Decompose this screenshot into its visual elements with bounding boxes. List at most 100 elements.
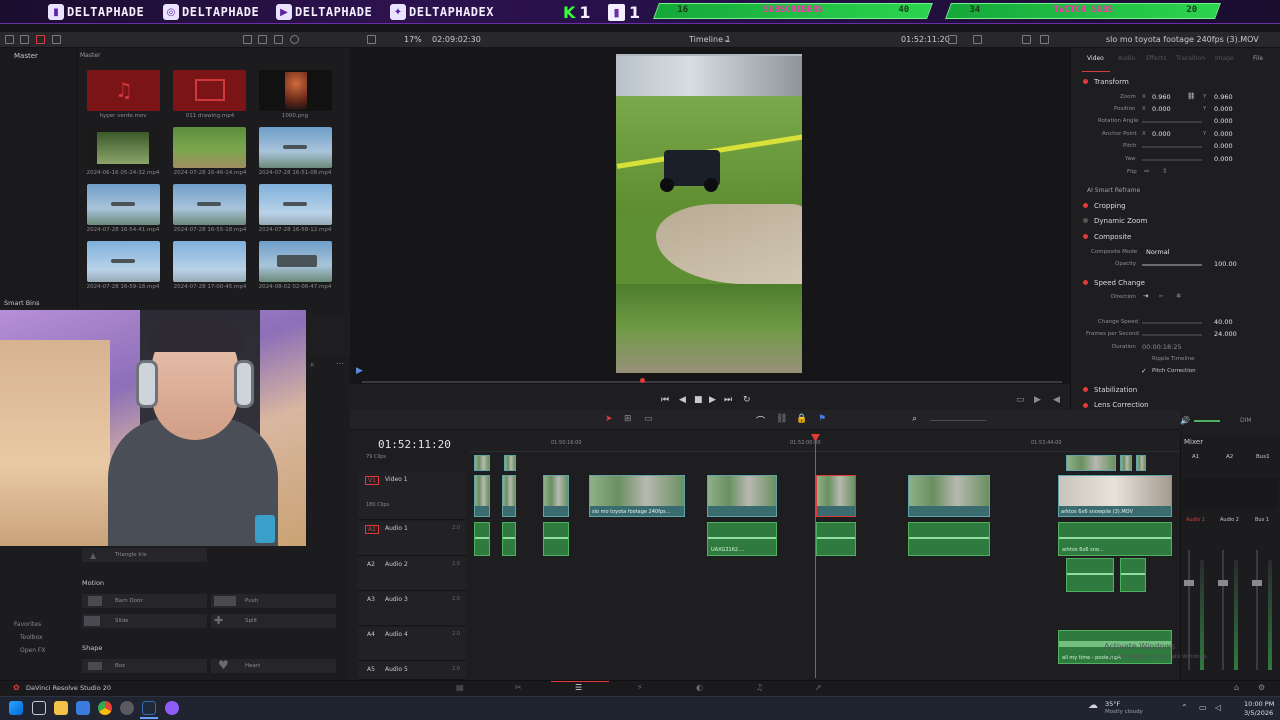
fader-knob[interactable] (1252, 580, 1262, 586)
yaw-field[interactable]: 0.000 (1214, 155, 1233, 163)
loop-icon[interactable]: ↻ (743, 395, 751, 405)
audio-clip[interactable]: arktos 6x6 sno... (1058, 522, 1172, 556)
timeline-playhead[interactable] (815, 434, 816, 678)
cropping-header[interactable]: Cropping (1094, 202, 1126, 210)
clock-time[interactable]: 10:00 PM (1244, 700, 1274, 708)
yaw-slider[interactable] (1142, 159, 1202, 161)
timeline-clip[interactable] (1120, 455, 1132, 471)
track-id-a3[interactable]: A3 (367, 596, 375, 603)
stabilization-header[interactable]: Stabilization (1094, 386, 1137, 394)
weather-icon[interactable]: ☁ (1088, 700, 1098, 711)
timeline-clip[interactable] (1136, 455, 1146, 471)
edit-index-icon[interactable] (52, 35, 61, 44)
audio-clip[interactable] (908, 522, 990, 556)
play-icon[interactable]: ▶ (709, 395, 716, 405)
lock-icon[interactable]: 🔒 (796, 414, 807, 424)
reverse-play-icon[interactable]: ◀ (679, 395, 686, 405)
effect-item[interactable] (211, 614, 336, 628)
track-id-v1[interactable]: V1 (365, 476, 379, 485)
duration-field[interactable]: 00:00:18:25 (1142, 343, 1182, 351)
flip-horizontal-icon[interactable]: ⇔ (1144, 167, 1149, 175)
cut-page-icon[interactable]: ✂ (515, 683, 522, 692)
overlay-icon[interactable] (973, 35, 982, 44)
dim-button[interactable]: DIM (1240, 417, 1252, 424)
search-icon[interactable] (290, 35, 299, 44)
in-out-icon[interactable]: ▭ (1016, 395, 1025, 405)
tab-audio[interactable]: Audio (1118, 55, 1135, 62)
fader-knob[interactable] (1218, 580, 1228, 586)
media-clip[interactable] (87, 184, 160, 225)
link-clips-icon[interactable]: ⛓ (776, 414, 787, 424)
section-enabled-dot[interactable] (1083, 203, 1088, 208)
track-id-a1[interactable]: A1 (365, 525, 379, 534)
rotation-field[interactable]: 0.000 (1214, 117, 1233, 125)
tab-effects[interactable]: Effects (1146, 55, 1166, 62)
home-icon[interactable]: ⌂ (1234, 683, 1239, 692)
composite-mode-select[interactable]: Normal (1146, 248, 1170, 256)
track-id-a5[interactable]: A5 (367, 666, 375, 673)
track-id-a2[interactable]: A2 (367, 561, 375, 568)
smart-bins-label[interactable]: Smart Bins (4, 299, 40, 307)
audio-clip[interactable] (502, 522, 516, 556)
pitch-field[interactable]: 0.000 (1214, 142, 1233, 150)
transform-header[interactable]: Transform (1094, 78, 1129, 86)
speed-change-header[interactable]: Speed Change (1094, 279, 1145, 287)
freeze-icon[interactable]: ✱ (1176, 292, 1181, 300)
media-clip[interactable] (87, 241, 160, 282)
more-icon[interactable]: ⋯ (336, 359, 344, 368)
direction-forward-icon[interactable]: ⇥ (1143, 292, 1148, 300)
media-clip[interactable] (173, 70, 246, 111)
timeline-clip[interactable] (707, 475, 777, 517)
zoom-icon[interactable]: ⌕ (912, 414, 917, 424)
timeline-clip[interactable] (543, 475, 569, 517)
position-x-field[interactable]: 0.000 (1152, 105, 1171, 113)
change-speed-slider[interactable] (1142, 322, 1202, 324)
timeline-clip[interactable] (474, 455, 490, 471)
media-clip[interactable] (173, 184, 246, 225)
selection-tool-icon[interactable]: ➤ (605, 414, 613, 424)
dynamic-zoom-header[interactable]: Dynamic Zoom (1094, 217, 1147, 225)
scrubber-playhead[interactable] (640, 378, 645, 383)
section-enabled-dot[interactable] (1083, 218, 1088, 223)
media-clip[interactable] (259, 70, 332, 111)
jump-start-icon[interactable]: ⏮ (661, 395, 669, 405)
grid-view-icon[interactable] (258, 35, 267, 44)
opacity-field[interactable]: 100.00 (1214, 260, 1237, 268)
media-clip[interactable] (259, 241, 332, 282)
file-explorer-icon[interactable] (54, 701, 68, 715)
audio-clip[interactable]: UAXG3162.... (707, 522, 777, 556)
marker-icon[interactable]: ▶ (356, 366, 363, 376)
toolbox-item[interactable]: Toolbox (20, 634, 43, 641)
timeline-clip[interactable] (474, 475, 490, 517)
speaker-icon[interactable]: 🔊 (1180, 416, 1190, 425)
fps-slider[interactable] (1142, 334, 1202, 336)
davinci-taskbar-icon[interactable] (142, 701, 156, 715)
inspector-toggle-icon[interactable] (1040, 35, 1049, 44)
openfx-item[interactable]: Open FX (20, 647, 46, 654)
media-clip[interactable] (87, 127, 160, 168)
media-pool-icon[interactable] (20, 35, 29, 44)
media-clip[interactable] (259, 127, 332, 168)
fusion-page-icon[interactable]: ⚡ (637, 683, 643, 692)
rotation-slider[interactable] (1142, 121, 1202, 123)
fader-knob[interactable] (1184, 580, 1194, 586)
settings-icon[interactable]: ⚙ (1258, 683, 1265, 692)
zoom-y-field[interactable]: 0.960 (1214, 93, 1233, 101)
tab-file[interactable]: File (1253, 55, 1263, 62)
timeline-clip[interactable] (908, 475, 990, 517)
windows-start-icon[interactable] (9, 701, 23, 715)
tab-image[interactable]: Image (1215, 55, 1234, 62)
audio-clip[interactable] (474, 522, 490, 556)
checkmark-icon[interactable]: ✓ (1141, 367, 1146, 375)
zoom-x-field[interactable]: 0.960 (1152, 93, 1171, 101)
discord-icon[interactable] (165, 701, 179, 715)
prev-frame-icon[interactable]: ▶ (1034, 395, 1041, 405)
store-icon[interactable] (76, 701, 90, 715)
fader-track[interactable] (1222, 550, 1224, 670)
sort-icon[interactable] (274, 35, 283, 44)
timeline-clip[interactable] (502, 475, 516, 517)
effects-library-icon[interactable] (36, 35, 45, 44)
viewer-mode-icon[interactable] (948, 35, 957, 44)
opacity-slider[interactable] (1142, 264, 1202, 266)
search-icon[interactable]: ⌕ (310, 360, 314, 370)
